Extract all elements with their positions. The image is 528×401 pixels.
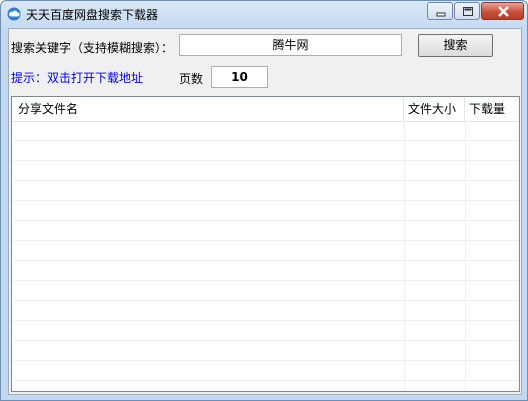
maximize-button[interactable] [454, 2, 480, 20]
table-row[interactable] [12, 261, 519, 281]
client-area: 搜索关键字（支持模糊搜索）： 腾牛网 搜索 提示：双击打开下载地址 页数 10 … [8, 28, 522, 395]
app-window: 天天百度网盘搜索下载器 搜索关键字（支持模糊搜索）： 腾牛网 搜索 提示：双击打… [0, 0, 528, 401]
close-icon [498, 6, 509, 17]
table-row[interactable] [12, 121, 519, 141]
column-header-filesize[interactable]: 文件大小 [404, 97, 465, 121]
table-row[interactable] [12, 221, 519, 241]
column-header-downloads[interactable]: 下载量 [465, 97, 519, 121]
table-row[interactable] [12, 341, 519, 361]
table-row[interactable] [12, 181, 519, 201]
results-list[interactable]: 分享文件名 文件大小 下载量 [11, 96, 520, 392]
table-row[interactable] [12, 301, 519, 321]
table-row[interactable] [12, 381, 519, 391]
pages-input[interactable]: 10 [211, 66, 268, 88]
pages-label: 页数 [179, 72, 204, 86]
minimize-button[interactable] [427, 2, 453, 20]
list-header: 分享文件名 文件大小 下载量 [12, 97, 519, 122]
search-button[interactable]: 搜索 [418, 34, 493, 57]
maximize-icon [463, 7, 473, 16]
cloud-icon [7, 7, 21, 21]
table-row[interactable] [12, 161, 519, 181]
search-input[interactable]: 腾牛网 [179, 34, 402, 56]
hint-text: 提示：双击打开下载地址 [11, 71, 144, 85]
close-button[interactable] [481, 2, 524, 20]
title-bar[interactable]: 天天百度网盘搜索下载器 [1, 1, 527, 27]
table-row[interactable] [12, 361, 519, 381]
minimize-icon [436, 12, 446, 17]
table-row[interactable] [12, 321, 519, 341]
table-row[interactable] [12, 201, 519, 221]
window-title: 天天百度网盘搜索下载器 [26, 8, 159, 22]
column-header-filename[interactable]: 分享文件名 [12, 97, 404, 121]
table-row[interactable] [12, 241, 519, 261]
search-label: 搜索关键字（支持模糊搜索）： [11, 41, 174, 55]
table-row[interactable] [12, 141, 519, 161]
table-row[interactable] [12, 281, 519, 301]
